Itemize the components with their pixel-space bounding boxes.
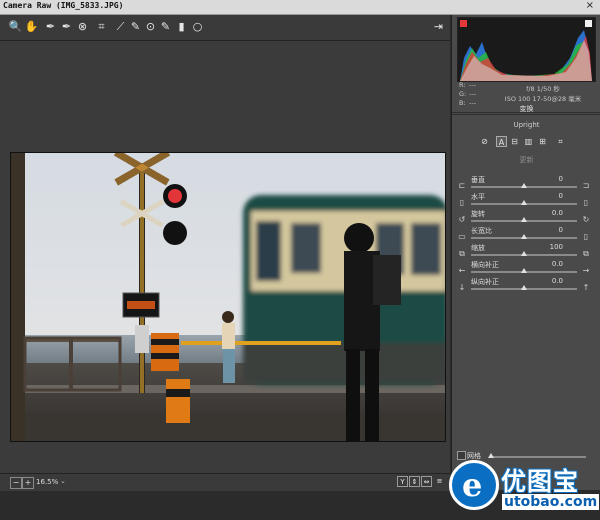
camera-lens-info: ISO 100 17-50@28 毫米 (504, 95, 582, 103)
camera-exposure-info: f/8 1/50 秒 (526, 85, 560, 93)
adjustment-brush-icon[interactable]: ✎ (158, 19, 173, 34)
view-settings-icon[interactable]: ≡ (434, 476, 445, 487)
targeted-adjustment-tool-icon[interactable]: ⊗ (75, 19, 90, 34)
rotate-slider[interactable]: ↺ 旋转 0.0 ↻ (457, 209, 595, 226)
g-label: G: (459, 90, 467, 98)
r-value: --- (469, 81, 477, 89)
open-preferences-icon[interactable]: ⇥ (431, 19, 446, 34)
slider-thumb[interactable] (521, 234, 527, 239)
slider-right-icon: ▯ (583, 198, 589, 207)
white-balance-tool-icon[interactable]: ✒ (43, 19, 58, 34)
vertical-slider[interactable]: ⊏ 垂直 0 ⊐ (457, 175, 595, 192)
slider-label: 水平 (471, 193, 485, 201)
upright-full-icon[interactable]: ⊞ (537, 136, 548, 147)
railway-crossing-photo (11, 153, 445, 441)
slider-value[interactable]: 0 (543, 226, 563, 234)
watermark-chinese: 优图宝 (501, 467, 580, 496)
slider-label: 长宽比 (471, 227, 492, 235)
upright-auto-icon[interactable]: A (496, 136, 507, 147)
histogram-graph (460, 20, 592, 81)
divider (452, 114, 600, 115)
slider-right-icon: → (582, 266, 590, 275)
adjustment-panel: R: --- G: --- B: --- f/8 1/50 秒 ISO 100 … (451, 15, 600, 490)
slider-value[interactable]: 0.0 (543, 260, 563, 268)
graduated-filter-icon[interactable]: ▮ (174, 19, 189, 34)
upright-guided-icon[interactable]: ⌗ (555, 136, 566, 147)
slider-left-icon: ⧉ (459, 249, 465, 258)
preview-image[interactable] (10, 152, 446, 442)
slider-thumb[interactable] (521, 183, 527, 188)
slider-right-icon: ⧉ (583, 249, 589, 258)
watermark-url: utobao.com (502, 494, 600, 510)
x-offset-slider[interactable]: ← 横向补正 0.0 → (457, 260, 595, 277)
title-bar: Camera Raw (IMG_5833.JPG) × (0, 0, 600, 15)
slider-thumb[interactable] (521, 217, 527, 222)
swap-settings-icon[interactable]: ⇔ (421, 476, 432, 487)
watermark-letter: e (462, 466, 483, 504)
preview-canvas[interactable] (0, 41, 450, 473)
slider-thumb[interactable] (521, 285, 527, 290)
zoom-dropdown-icon[interactable]: ⌄ (60, 477, 66, 485)
slider-value[interactable]: 0 (543, 175, 563, 183)
horizontal-slider[interactable]: ▯ 水平 0 ▯ (457, 192, 595, 209)
upright-vertical-icon[interactable]: ▥ (523, 136, 534, 147)
slider-label: 纵向补正 (471, 278, 499, 286)
r-label: R: (459, 81, 466, 89)
red-eye-tool-icon[interactable]: ⊙ (143, 19, 158, 34)
compare-view-icon[interactable]: ⇕ (409, 476, 420, 487)
slider-label: 旋转 (471, 210, 485, 218)
slider-left-icon: ← (458, 266, 466, 275)
slider-left-icon: ↺ (458, 215, 466, 224)
toolbar: 🔍 ✋ ✒ ✒ ⊗ ⌗ ⟋ ✎ ⊙ ✎ ▮ ○ ⇥ (0, 15, 450, 41)
aspect-slider[interactable]: ▭ 长宽比 0 ▯ (457, 226, 595, 243)
slider-right-icon: ▯ (583, 232, 589, 241)
straighten-tool-icon[interactable]: ⟋ (113, 19, 128, 34)
upright-level-icon[interactable]: ⊟ (509, 136, 520, 147)
color-sampler-tool-icon[interactable]: ✒ (59, 19, 74, 34)
crop-tool-icon[interactable]: ⌗ (94, 19, 109, 34)
before-after-view-icon[interactable]: Y (397, 476, 408, 487)
zoom-level: 16.5% (36, 478, 59, 486)
slider-right-icon: ⊐ (582, 181, 590, 190)
slider-left-icon: ↓ (458, 283, 466, 292)
slider-value[interactable]: 0 (543, 192, 563, 200)
slider-right-icon: ↑ (582, 283, 590, 292)
slider-value[interactable]: 0.0 (543, 277, 563, 285)
slider-thumb[interactable] (521, 200, 527, 205)
slider-thumb[interactable] (521, 251, 527, 256)
window-title: Camera Raw (IMG_5833.JPG) (3, 1, 124, 10)
g-value: --- (469, 90, 477, 98)
watermark-circle: e (449, 460, 499, 510)
histogram (457, 17, 596, 82)
slider-label: 缩放 (471, 244, 485, 252)
slider-label: 垂直 (471, 176, 485, 184)
transform-panel-title: 变换 (519, 105, 534, 113)
zoom-out-button[interactable]: − (10, 477, 22, 489)
upright-label: Upright (513, 121, 540, 129)
upright-off-icon[interactable]: ⊘ (479, 136, 490, 147)
slider-value[interactable]: 100 (543, 243, 563, 251)
reanalyze-button[interactable]: 更新 (452, 155, 600, 165)
hand-tool-icon[interactable]: ✋ (24, 19, 39, 34)
close-icon[interactable]: × (586, 0, 594, 11)
spot-removal-tool-icon[interactable]: ✎ (128, 19, 143, 34)
zoom-in-button[interactable]: + (22, 477, 34, 489)
scale-slider[interactable]: ⧉ 缩放 100 ⧉ (457, 243, 595, 260)
slider-value[interactable]: 0.0 (543, 209, 563, 217)
zoom-tool-icon[interactable]: 🔍 (8, 19, 23, 34)
slider-left-icon: ▭ (458, 232, 466, 241)
y-offset-slider[interactable]: ↓ 纵向补正 0.0 ↑ (457, 277, 595, 294)
slider-left-icon: ⊏ (458, 181, 466, 190)
slider-right-icon: ↻ (582, 215, 590, 224)
slider-label: 横向补正 (471, 261, 499, 269)
radial-filter-icon[interactable]: ○ (190, 19, 205, 34)
watermark-logo: e 优图宝 utobao.com (449, 457, 600, 520)
slider-left-icon: ▯ (459, 198, 465, 207)
slider-thumb[interactable] (521, 268, 527, 273)
bottom-bar: − + 16.5% ⌄ Y ⇕ ⇔ ≡ (0, 473, 450, 491)
